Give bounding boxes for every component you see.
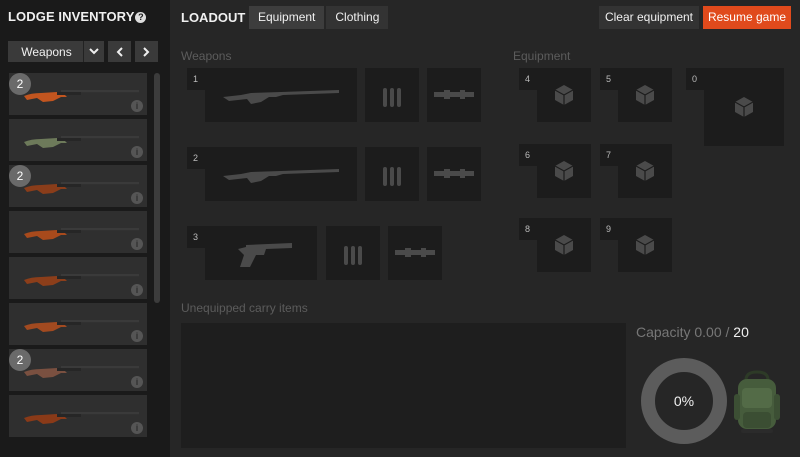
- game-screen: LODGE INVENTORY? Weapons 2ii2iiii2ii LOA…: [0, 0, 800, 457]
- carry-items-area[interactable]: [181, 323, 626, 448]
- weapon-slot-2-ammo[interactable]: [365, 147, 419, 201]
- inventory-item[interactable]: i: [9, 119, 147, 161]
- carry-items-label: Unequipped carry items: [181, 301, 308, 315]
- quantity-badge: 2: [9, 165, 31, 187]
- clear-equipment-button[interactable]: Clear equipment: [599, 6, 699, 29]
- equipment-slot-number: 0: [692, 74, 698, 84]
- weapon-slot-2-scope[interactable]: [427, 147, 481, 201]
- quantity-badge: 2: [9, 349, 31, 371]
- box-icon: [554, 161, 574, 181]
- box-icon: [635, 235, 655, 255]
- inventory-item[interactable]: i: [9, 257, 147, 299]
- capacity-max: 20: [733, 324, 749, 340]
- inventory-item[interactable]: 2i: [9, 165, 147, 207]
- info-icon[interactable]: i: [131, 284, 143, 296]
- weapon-slot-3-ammo[interactable]: [326, 226, 380, 280]
- loadout-title: LOADOUT: [181, 10, 246, 25]
- weapon-slot-3-gun[interactable]: [205, 226, 317, 280]
- help-icon[interactable]: ?: [135, 12, 147, 23]
- info-icon[interactable]: i: [131, 146, 143, 158]
- tab-equipment[interactable]: Equipment: [249, 6, 325, 29]
- inventory-title-text: LODGE INVENTORY: [8, 9, 135, 24]
- box-icon: [734, 97, 754, 117]
- resume-game-button[interactable]: Resume game: [703, 6, 791, 29]
- quantity-badge: 2: [9, 73, 31, 95]
- rifle-icon: [223, 169, 339, 183]
- backpack-icon[interactable]: [732, 370, 782, 441]
- box-icon: [554, 235, 574, 255]
- rifle-icon: [24, 320, 139, 332]
- inventory-list: 2ii2iiii2ii: [9, 73, 147, 441]
- rifle-icon: [24, 90, 139, 102]
- rifle-icon: [24, 136, 139, 148]
- rifle-icon: [24, 228, 139, 240]
- capacity-readout: Capacity 0.00 / 20: [636, 324, 749, 340]
- box-icon: [635, 161, 655, 181]
- chevron-down-icon: [83, 41, 104, 62]
- loadout-tabs: Equipment Clothing: [249, 6, 389, 29]
- weapons-section-label: Weapons: [181, 49, 232, 63]
- inventory-item[interactable]: 2i: [9, 73, 147, 115]
- previous-category-button[interactable]: [108, 41, 131, 62]
- next-category-button[interactable]: [135, 41, 158, 62]
- rifle-icon: [24, 412, 139, 424]
- inventory-item[interactable]: i: [9, 395, 147, 437]
- rifle-icon: [24, 366, 139, 378]
- info-icon[interactable]: i: [131, 100, 143, 112]
- weapon-slot-1-scope[interactable]: [427, 68, 481, 122]
- inventory-title: LODGE INVENTORY?: [8, 9, 147, 24]
- scope-icon: [434, 90, 474, 99]
- equipment-slot-number: 7: [606, 150, 612, 160]
- capacity-prefix: Capacity 0.00 /: [636, 324, 730, 340]
- rifle-icon: [24, 274, 139, 286]
- info-icon[interactable]: i: [131, 330, 143, 342]
- scope-icon: [434, 169, 474, 178]
- capacity-donut: 0%: [641, 358, 727, 444]
- weapon-slot-1-number: 1: [193, 74, 199, 84]
- equipment-section-label: Equipment: [513, 49, 571, 63]
- equipment-slot-number: 6: [525, 150, 531, 160]
- chevron-left-icon: [116, 46, 123, 57]
- revolver-icon: [238, 243, 292, 267]
- info-icon[interactable]: i: [131, 238, 143, 250]
- weapon-slot-2-gun[interactable]: [205, 147, 357, 201]
- scope-icon: [395, 248, 435, 257]
- rifle-icon: [223, 90, 339, 104]
- equipment-slot-number: 4: [525, 74, 531, 84]
- inventory-item[interactable]: i: [9, 211, 147, 253]
- chevron-right-icon: [143, 46, 150, 57]
- category-dropdown[interactable]: Weapons: [8, 41, 104, 62]
- tab-clothing[interactable]: Clothing: [326, 6, 389, 29]
- ammo-icon: [344, 246, 362, 265]
- inventory-scrollbar[interactable]: [154, 73, 160, 303]
- box-icon: [554, 85, 574, 105]
- capacity-percent: 0%: [673, 393, 695, 409]
- ammo-icon: [383, 88, 401, 107]
- lodge-inventory-panel: LODGE INVENTORY? Weapons 2ii2iiii2ii: [0, 0, 170, 457]
- info-icon[interactable]: i: [131, 422, 143, 434]
- weapon-slot-2-number: 2: [193, 153, 199, 163]
- weapon-slot-1-ammo[interactable]: [365, 68, 419, 122]
- equipment-slot-number: 9: [606, 224, 612, 234]
- inventory-filter-row: Weapons: [8, 41, 158, 62]
- inventory-item[interactable]: i: [9, 303, 147, 345]
- weapon-slot-3-scope[interactable]: [388, 226, 442, 280]
- weapon-slot-3-number: 3: [193, 232, 199, 242]
- weapon-slot-1-gun[interactable]: [205, 68, 357, 122]
- ammo-icon: [383, 167, 401, 186]
- box-icon: [635, 85, 655, 105]
- info-icon[interactable]: i: [131, 192, 143, 204]
- inventory-item[interactable]: 2i: [9, 349, 147, 391]
- rifle-icon: [24, 182, 139, 194]
- equipment-slot-number: 8: [525, 224, 531, 234]
- equipment-slot-number: 5: [606, 74, 612, 84]
- category-dropdown-value: Weapons: [21, 44, 72, 59]
- info-icon[interactable]: i: [131, 376, 143, 388]
